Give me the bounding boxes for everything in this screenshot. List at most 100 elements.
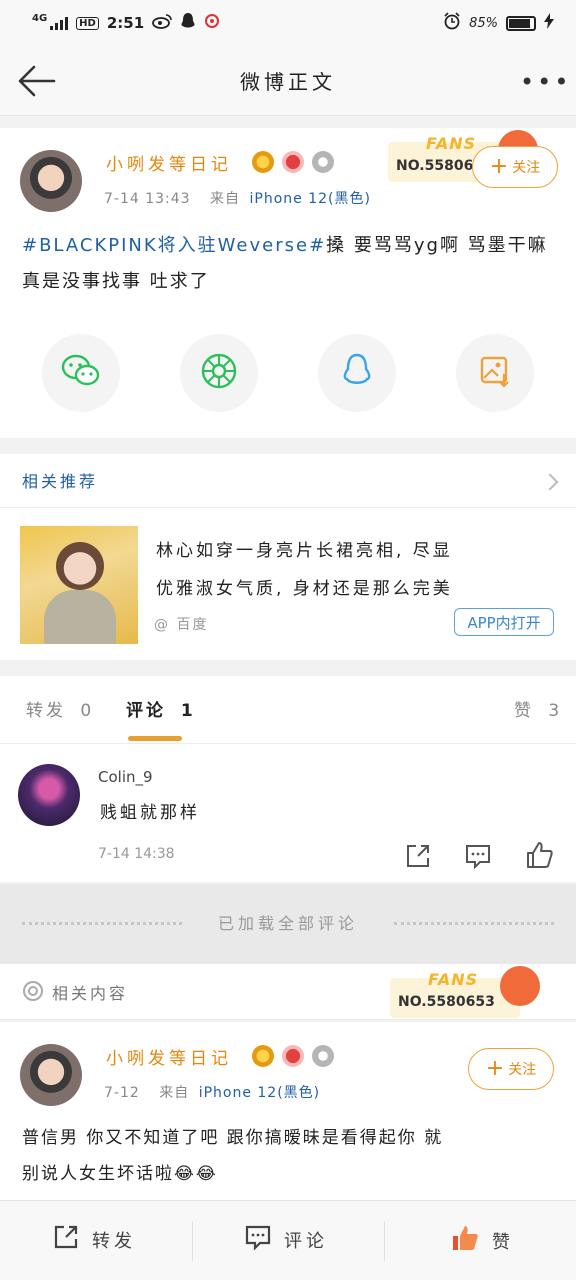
loaded-all-comments: 已加载全部评论	[0, 884, 576, 964]
recommend-thumbnail[interactable]	[20, 526, 138, 644]
post-text-line1: 搡 要骂骂yg啊 骂墨干嘛	[326, 235, 548, 256]
hashtag-link[interactable]: #BLACKPINK将入驻Weverse#	[22, 235, 326, 256]
post2-text: 普信男 你又不知道了吧 跟你搞暧昧是看得起你 就 别说人女生坏话啦😂😂	[22, 1120, 562, 1192]
post-username[interactable]: 小咧发等日记	[106, 150, 232, 175]
status-right: 85%	[443, 12, 554, 34]
post-meta: 7-14 13:43 来自 iPhone 12(黑色)	[104, 188, 371, 208]
comment-item: Colin_9 贱蛆就那样 7-14 14:38	[0, 744, 576, 882]
plus-icon: +	[489, 154, 509, 179]
recommend-title[interactable]: 林心如穿一身亮片长裙亮相, 尽显 优雅淑女气质, 身材还是那么完美	[156, 532, 556, 608]
related-content-header: 相关内容 FANS NO.5580653	[0, 964, 576, 1020]
qq-icon	[340, 352, 374, 394]
signal-icon: 4G	[32, 13, 69, 30]
save-image-icon	[478, 354, 512, 392]
bottom-comment-label: 评论	[284, 1230, 328, 1252]
tab-comment-count: 1	[180, 701, 196, 721]
wechat-icon	[61, 354, 101, 392]
bow-badge-icon-2	[282, 1045, 304, 1067]
app-open-button[interactable]: APP内打开	[454, 608, 554, 636]
plus-icon-2: +	[485, 1056, 505, 1081]
tab-comment-label: 评论	[126, 701, 166, 721]
avatar-2[interactable]	[20, 1044, 82, 1106]
post-text: #BLACKPINK将入驻Weverse#搡 要骂骂yg啊 骂墨干嘛 真是没事找…	[22, 228, 562, 300]
tabs-bar: 转发 0 评论 1 赞 3	[0, 676, 576, 744]
tab-like-label: 赞	[514, 701, 534, 721]
follow-button-2[interactable]: + 关注	[468, 1048, 554, 1090]
tab-comment[interactable]: 评论 1	[126, 696, 196, 721]
bottom-action-bar: 转发 评论 赞	[0, 1200, 576, 1280]
related-recommend-header[interactable]: 相关推荐	[0, 454, 576, 508]
comment-repost-icon[interactable]	[404, 842, 434, 872]
post-source[interactable]: iPhone 12(黑色)	[249, 191, 370, 207]
chevron-right-icon	[541, 473, 559, 491]
qq-icon	[180, 12, 196, 34]
tab-repost-label: 转发	[26, 701, 66, 721]
comment-avatar[interactable]	[18, 764, 80, 826]
avatar[interactable]	[20, 150, 82, 212]
recommend-source: @ 百度	[154, 617, 209, 633]
recommend-title-line2: 优雅淑女气质, 身材还是那么完美	[156, 579, 453, 599]
source-prefix: 来自	[210, 191, 241, 207]
comment-text: 贱蛆就那样	[100, 803, 200, 823]
fans-number: NO.558065	[396, 158, 484, 174]
charging-icon	[544, 13, 554, 33]
location-pin-icon	[22, 980, 44, 1008]
related-content-label: 相关内容	[52, 984, 129, 1003]
weibo-detail-screen: 4G HD 2:51 85% 微博正文 ••• 小咧发等日记 7-14 13:4…	[0, 0, 576, 1280]
tab-like-count: 3	[548, 701, 563, 721]
fans-mascot-icon-2	[500, 966, 540, 1006]
bottom-comment-button[interactable]: 评论	[244, 1223, 328, 1256]
fans-word-2: FANS	[428, 970, 479, 989]
post-card: 小咧发等日记 7-14 13:43 来自 iPhone 12(黑色) FANS …	[0, 128, 576, 438]
comment-username[interactable]: Colin_9	[98, 768, 153, 786]
follow-button[interactable]: + 关注	[472, 146, 558, 188]
active-tab-indicator	[128, 736, 182, 741]
app-icon	[204, 13, 220, 33]
share-qq-button[interactable]	[318, 334, 396, 412]
tab-repost-count: 0	[80, 701, 95, 721]
post-text-line2: 真是没事找事 吐求了	[22, 271, 210, 292]
post2-text-line1: 普信男 你又不知道了吧 跟你搞暧昧是看得起你 就	[22, 1128, 444, 1148]
divider-right	[394, 922, 554, 925]
recommend-title-line1: 林心如穿一身亮片长裙亮相, 尽显	[156, 541, 453, 561]
post-time: 7-14 13:43	[104, 191, 191, 207]
save-image-button[interactable]	[456, 334, 534, 412]
more-dots-icon[interactable]: •••	[520, 68, 568, 98]
moments-icon	[200, 352, 238, 394]
fans-badge-2[interactable]: FANS NO.5580653	[390, 964, 540, 1024]
bottom-divider-2	[384, 1221, 385, 1261]
post2-text-line2: 别说人女生坏话啦😂😂	[22, 1164, 218, 1184]
share-moments-button[interactable]	[180, 334, 258, 412]
comment-time: 7-14 14:38	[98, 846, 175, 862]
post2-username[interactable]: 小咧发等日记	[106, 1044, 232, 1069]
related-recommend-item[interactable]: 林心如穿一身亮片长裙亮相, 尽显 优雅淑女气质, 身材还是那么完美 @ 百度 A…	[0, 508, 576, 660]
follow-label-2: 关注	[508, 1062, 537, 1078]
thumbnail-figure	[56, 542, 104, 590]
bottom-like-button[interactable]: 赞	[450, 1223, 514, 1258]
post2-source[interactable]: iPhone 12(黑色)	[199, 1085, 320, 1101]
bow-badge-icon	[282, 151, 304, 173]
related-post-card[interactable]: 小咧发等日记 7-12 来自 iPhone 12(黑色) + 关注 普信男 你又…	[0, 1022, 576, 1200]
bottom-like-label: 赞	[492, 1231, 514, 1253]
battery-icon	[506, 15, 536, 31]
status-bar: 4G HD 2:51 85%	[0, 0, 576, 46]
comment-like-icon[interactable]	[524, 840, 554, 870]
post2-meta: 7-12 来自 iPhone 12(黑色)	[104, 1082, 320, 1102]
comment-icon	[244, 1223, 272, 1256]
alarm-icon	[443, 12, 461, 34]
comment-reply-icon[interactable]	[464, 842, 494, 872]
crown-badge-icon	[252, 151, 274, 173]
fans-word: FANS	[426, 134, 477, 153]
battery-percent: 85%	[469, 15, 498, 31]
hd-icon: HD	[76, 16, 99, 30]
crown-badge-icon-2	[252, 1045, 274, 1067]
tab-like[interactable]: 赞 3	[514, 696, 562, 721]
like-icon	[450, 1223, 480, 1258]
repost-icon	[52, 1223, 80, 1256]
status-left: 4G HD 2:51	[32, 12, 220, 34]
share-wechat-button[interactable]	[42, 334, 120, 412]
bottom-repost-button[interactable]: 转发	[52, 1223, 136, 1256]
tab-repost[interactable]: 转发 0	[26, 696, 94, 721]
related-recommend-label: 相关推荐	[22, 472, 99, 491]
post2-source-prefix: 来自	[159, 1085, 190, 1101]
